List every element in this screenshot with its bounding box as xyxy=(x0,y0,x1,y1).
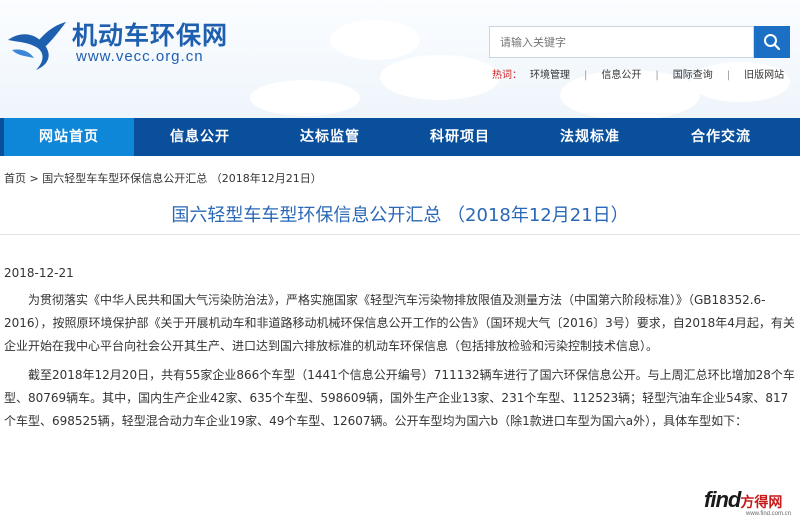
article-paragraph: 截至2018年12月20日，共有55家企业866个车型（1441个信息公开编号）… xyxy=(4,368,795,428)
divider: | xyxy=(655,70,659,81)
nav-item-compliance-supervision[interactable]: 达标监管 xyxy=(265,118,395,156)
divider: | xyxy=(726,70,731,81)
site-header: 机动车环保网 www.vecc.org.cn 热词： 环境管理 | 信息公开 | 国际查询… xyxy=(0,0,800,118)
site-title: 机动车环保网 xyxy=(72,21,229,50)
search-icon xyxy=(764,34,781,51)
watermark-url: www.find.com.cn xyxy=(746,511,792,517)
bird-logo-icon xyxy=(8,22,66,70)
hot-words-label: 热词： xyxy=(492,70,522,81)
nav-item-info-disclosure[interactable]: 信息公开 xyxy=(135,118,265,156)
breadcrumb-home-link[interactable]: 首页 xyxy=(4,172,26,185)
search-button[interactable] xyxy=(754,26,790,58)
watermark-find: find xyxy=(704,487,741,512)
watermark-cn: 方得网 xyxy=(740,495,783,511)
watermark: find方得网 www.find.com.cn xyxy=(704,487,791,517)
page-title: 国六轻型车车型环保信息公开汇总 （2018年12月21日） xyxy=(171,205,629,226)
article-paragraph: 为贯彻落实《中华人民共和国大气污染防治法》，严格实施国家《轻型汽车污染物排放限值… xyxy=(4,293,795,353)
publish-date: 2018-12-21 xyxy=(4,266,74,280)
site-url: www.vecc.org.cn xyxy=(76,48,204,65)
nav-item-research-projects[interactable]: 科研项目 xyxy=(395,118,525,156)
site-logo[interactable]: 机动车环保网 www.vecc.org.cn xyxy=(6,14,246,74)
article-body: 2018-12-21 为贯彻落实《中华人民共和国大气污染防治法》，严格实施国家《… xyxy=(4,262,796,433)
nav-item-cooperation[interactable]: 合作交流 xyxy=(656,118,786,156)
hot-words: 热词： 环境管理 | 信息公开 | 国际查询 | 旧版网站 xyxy=(492,66,784,81)
hot-link-info-disclosure[interactable]: 信息公开 xyxy=(601,70,641,81)
breadcrumb-current: 国六轻型车车型环保信息公开汇总 （2018年12月21日） xyxy=(42,172,322,185)
divider: | xyxy=(584,70,588,81)
hot-link-environment-management[interactable]: 环境管理 xyxy=(530,70,570,81)
breadcrumb: 首页 > 国六轻型车车型环保信息公开汇总 （2018年12月21日） xyxy=(4,170,322,186)
hot-link-old-site[interactable]: 旧版网站 xyxy=(744,70,784,81)
nav-item-regulations-standards[interactable]: 法规标准 xyxy=(525,118,655,156)
breadcrumb-separator: > xyxy=(26,172,43,185)
divider xyxy=(0,234,800,235)
nav-item-home[interactable]: 网站首页 xyxy=(4,118,134,156)
main-nav: 网站首页 信息公开 达标监管 科研项目 法规标准 合作交流 xyxy=(0,118,800,156)
search-input[interactable] xyxy=(489,26,754,58)
hot-link-international-query[interactable]: 国际查询 xyxy=(673,70,713,81)
